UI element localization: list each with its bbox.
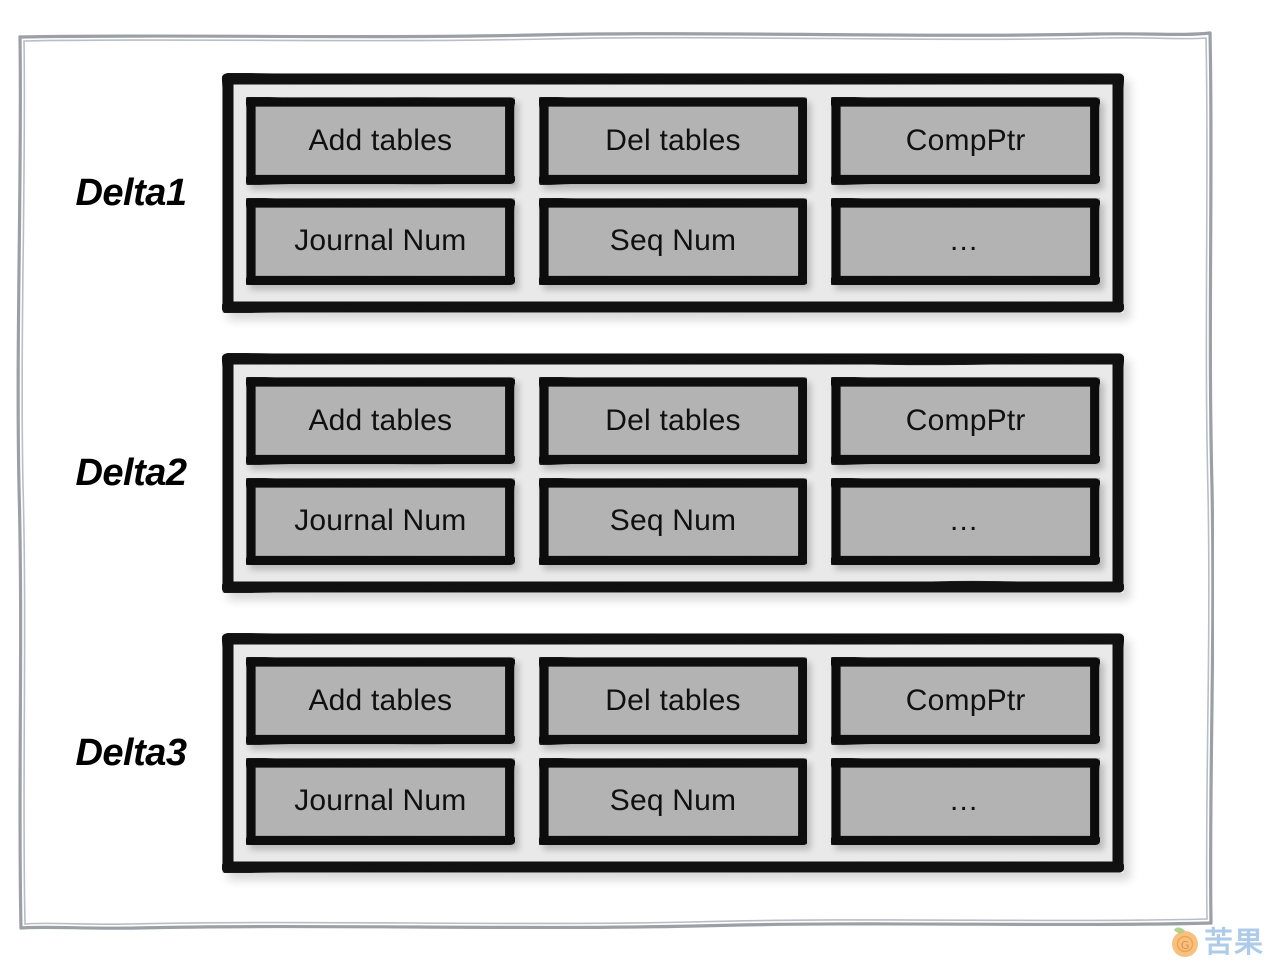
diagram-canvas: Delta1 Add tables Del tables CompPtr Jou… bbox=[0, 0, 1280, 968]
field-label: Seq Num bbox=[609, 504, 737, 538]
field-cell-more[interactable]: … bbox=[831, 757, 1101, 845]
delta-group-1: Delta1 Add tables Del tables CompPtr Jou… bbox=[40, 73, 1130, 313]
delta-fields-3: Add tables Del tables CompPtr Journal Nu… bbox=[246, 657, 1101, 845]
field-cell-more[interactable]: … bbox=[831, 197, 1101, 285]
field-cell-seq-num[interactable]: Seq Num bbox=[538, 197, 808, 285]
field-cell-del-tables[interactable]: Del tables bbox=[538, 377, 808, 465]
field-cell-compptr[interactable]: CompPtr bbox=[831, 97, 1101, 185]
field-label: CompPtr bbox=[905, 403, 1026, 437]
svg-text:G: G bbox=[1181, 939, 1190, 952]
delta-group-3: Delta3 Add tables Del tables CompPtr Jou… bbox=[40, 633, 1130, 873]
delta-label-1: Delta1 bbox=[75, 171, 187, 214]
delta-fields-row-bottom: Journal Num Seq Num … bbox=[246, 197, 1101, 285]
field-label: Seq Num bbox=[609, 224, 737, 258]
delta-fields-1: Add tables Del tables CompPtr Journal Nu… bbox=[246, 97, 1101, 285]
orange-fruit-icon: G bbox=[1168, 925, 1202, 959]
field-cell-journal-num[interactable]: Journal Num bbox=[246, 477, 515, 565]
field-cell-seq-num[interactable]: Seq Num bbox=[538, 757, 808, 845]
field-label: CompPtr bbox=[905, 683, 1026, 717]
field-cell-journal-num[interactable]: Journal Num bbox=[246, 197, 515, 285]
field-label: Journal Num bbox=[294, 784, 467, 818]
watermark: G 苦果 bbox=[1168, 921, 1264, 963]
field-label: Del tables bbox=[605, 123, 741, 157]
field-label: Journal Num bbox=[294, 224, 467, 258]
field-cell-del-tables[interactable]: Del tables bbox=[538, 657, 808, 745]
delta-fields-row-top: Add tables Del tables CompPtr bbox=[246, 377, 1101, 465]
field-label: … bbox=[948, 504, 983, 538]
delta-group-box-1: Add tables Del tables CompPtr Journal Nu… bbox=[222, 73, 1124, 313]
delta-fields-row-bottom: Journal Num Seq Num … bbox=[246, 477, 1101, 565]
delta-group-box-2: Add tables Del tables CompPtr Journal Nu… bbox=[222, 353, 1124, 593]
field-label: … bbox=[948, 224, 983, 258]
field-cell-journal-num[interactable]: Journal Num bbox=[246, 757, 515, 845]
field-label: Seq Num bbox=[609, 784, 737, 818]
field-cell-compptr[interactable]: CompPtr bbox=[831, 657, 1101, 745]
field-label: Add tables bbox=[308, 403, 453, 437]
delta-group-2: Delta2 Add tables Del tables CompPtr Jou… bbox=[40, 353, 1130, 593]
field-cell-add-tables[interactable]: Add tables bbox=[246, 657, 515, 745]
field-label: … bbox=[948, 784, 983, 818]
field-cell-compptr[interactable]: CompPtr bbox=[831, 377, 1101, 465]
field-label: Del tables bbox=[605, 403, 741, 437]
delta-fields-row-bottom: Journal Num Seq Num … bbox=[246, 757, 1101, 845]
watermark-text: 苦果 bbox=[1204, 924, 1265, 959]
field-cell-seq-num[interactable]: Seq Num bbox=[538, 477, 808, 565]
field-cell-more[interactable]: … bbox=[831, 477, 1101, 565]
field-cell-add-tables[interactable]: Add tables bbox=[246, 377, 515, 465]
delta-fields-row-top: Add tables Del tables CompPtr bbox=[246, 657, 1101, 745]
field-label: Journal Num bbox=[294, 504, 467, 538]
delta-group-box-3: Add tables Del tables CompPtr Journal Nu… bbox=[222, 633, 1124, 873]
delta-fields-2: Add tables Del tables CompPtr Journal Nu… bbox=[246, 377, 1101, 565]
field-label: CompPtr bbox=[905, 123, 1026, 157]
field-label: Add tables bbox=[308, 123, 453, 157]
delta-fields-row-top: Add tables Del tables CompPtr bbox=[246, 97, 1101, 185]
field-label: Add tables bbox=[308, 683, 453, 717]
delta-label-2: Delta2 bbox=[75, 451, 187, 494]
field-cell-add-tables[interactable]: Add tables bbox=[246, 97, 515, 185]
delta-label-3: Delta3 bbox=[75, 731, 187, 774]
field-label: Del tables bbox=[605, 683, 741, 717]
field-cell-del-tables[interactable]: Del tables bbox=[538, 97, 808, 185]
